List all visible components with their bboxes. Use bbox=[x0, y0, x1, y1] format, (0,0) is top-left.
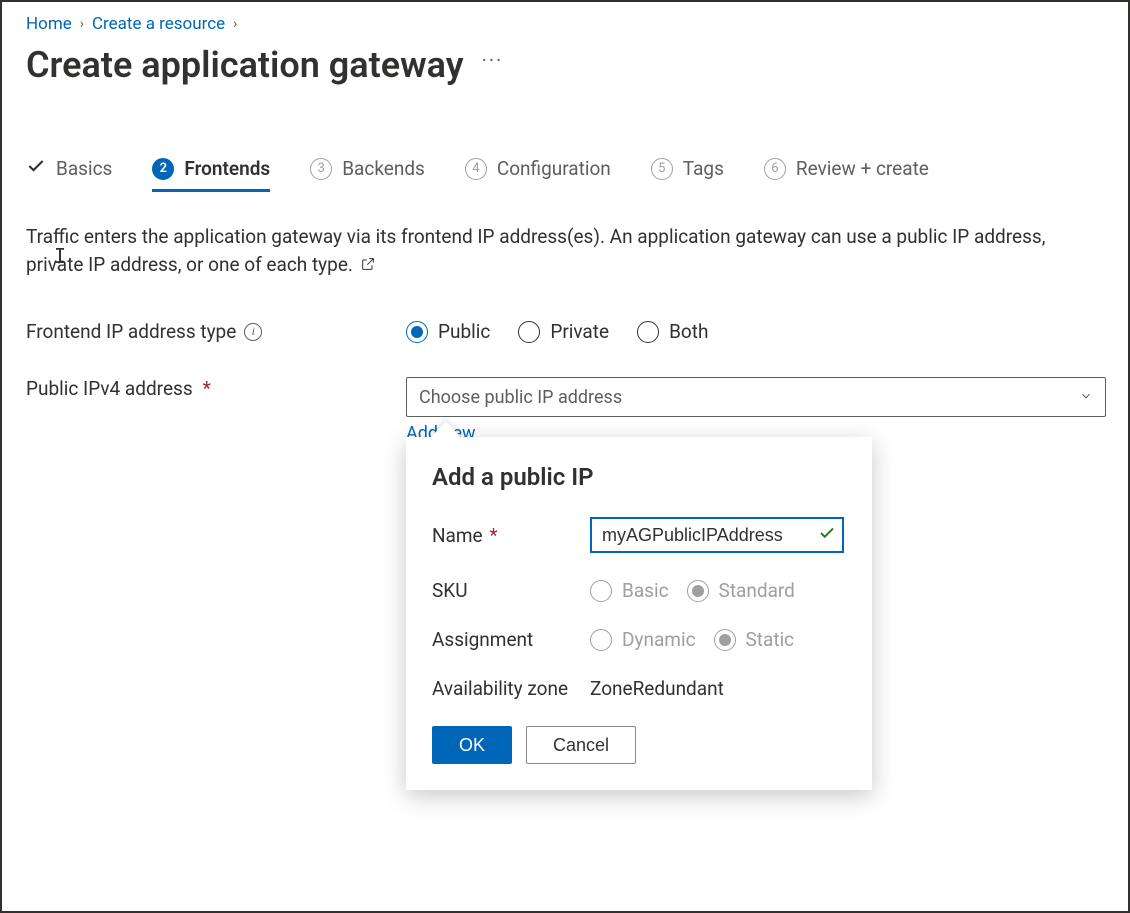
tab-label: Review + create bbox=[796, 157, 929, 180]
name-label: Name * bbox=[432, 524, 590, 547]
radio-label: Dynamic bbox=[622, 628, 696, 651]
breadcrumb-home[interactable]: Home bbox=[26, 14, 72, 34]
page-title: Create application gateway bbox=[26, 44, 464, 86]
public-ipv4-field: Choose public IP address Add new Add a p… bbox=[406, 377, 1106, 444]
radio-assignment-static: Static bbox=[714, 628, 795, 651]
chevron-down-icon bbox=[1079, 387, 1093, 408]
frontend-ip-type-radios: Public Private Both bbox=[406, 320, 1106, 343]
tab-basics[interactable]: Basics bbox=[26, 156, 112, 193]
frontend-ip-type-label: Frontend IP address type i bbox=[26, 320, 406, 343]
label-text: Name bbox=[432, 524, 483, 547]
radio-icon bbox=[687, 580, 709, 602]
external-link-icon[interactable] bbox=[358, 253, 376, 276]
assignment-label: Assignment bbox=[432, 628, 590, 651]
more-actions-icon[interactable]: ··· bbox=[482, 48, 504, 72]
radio-label: Standard bbox=[719, 579, 795, 602]
required-asterisk: * bbox=[203, 377, 211, 400]
radio-icon bbox=[518, 321, 540, 343]
tab-label: Frontends bbox=[184, 157, 270, 180]
step-number-icon: 4 bbox=[465, 158, 487, 180]
radio-public[interactable]: Public bbox=[406, 320, 490, 343]
breadcrumb-create-resource[interactable]: Create a resource bbox=[92, 14, 225, 34]
tab-label: Backends bbox=[342, 157, 425, 180]
wizard-tabs: Basics 2 Frontends 3 Backends 4 Configur… bbox=[26, 156, 1104, 193]
cancel-button[interactable]: Cancel bbox=[526, 726, 636, 764]
radio-label: Public bbox=[438, 320, 490, 343]
tab-tags[interactable]: 5 Tags bbox=[651, 157, 724, 192]
tab-review-create[interactable]: 6 Review + create bbox=[764, 157, 929, 192]
info-icon[interactable]: i bbox=[244, 323, 262, 341]
label-text: Public IPv4 address bbox=[26, 377, 193, 400]
frontends-description: Traffic enters the application gateway v… bbox=[26, 223, 1086, 278]
radio-icon bbox=[637, 321, 659, 343]
radio-label: Basic bbox=[622, 579, 669, 602]
step-number-icon: 3 bbox=[310, 158, 332, 180]
radio-label: Static bbox=[746, 628, 795, 651]
sku-label: SKU bbox=[432, 579, 590, 602]
breadcrumb: Home › Create a resource › bbox=[26, 14, 1104, 34]
radio-private[interactable]: Private bbox=[518, 320, 609, 343]
radio-icon bbox=[714, 629, 736, 651]
add-public-ip-flyout: Add a public IP Name * SKU bbox=[406, 437, 872, 790]
public-ipv4-select[interactable]: Choose public IP address bbox=[406, 377, 1106, 417]
availability-zone-value: ZoneRedundant bbox=[590, 677, 846, 700]
step-number-icon: 5 bbox=[651, 158, 673, 180]
tab-backends[interactable]: 3 Backends bbox=[310, 157, 425, 192]
radio-label: Private bbox=[550, 320, 609, 343]
radio-sku-basic: Basic bbox=[590, 579, 669, 602]
public-ipv4-label: Public IPv4 address * bbox=[26, 377, 406, 400]
step-number-icon: 2 bbox=[152, 158, 174, 180]
tab-frontends[interactable]: 2 Frontends bbox=[152, 157, 270, 192]
radio-label: Both bbox=[669, 320, 708, 343]
required-asterisk: * bbox=[489, 524, 497, 547]
description-text: Traffic enters the application gateway v… bbox=[26, 225, 1045, 276]
tab-label: Configuration bbox=[497, 157, 611, 180]
select-placeholder: Choose public IP address bbox=[419, 387, 622, 408]
tab-configuration[interactable]: 4 Configuration bbox=[465, 157, 611, 192]
tab-label: Tags bbox=[683, 157, 724, 180]
radio-icon bbox=[406, 321, 428, 343]
radio-sku-standard: Standard bbox=[687, 579, 795, 602]
ok-button[interactable]: OK bbox=[432, 726, 512, 764]
radio-assignment-dynamic: Dynamic bbox=[590, 628, 696, 651]
chevron-right-icon: › bbox=[80, 16, 84, 32]
flyout-title: Add a public IP bbox=[432, 463, 846, 491]
label-text: Frontend IP address type bbox=[26, 320, 236, 343]
chevron-right-icon: › bbox=[233, 16, 237, 32]
radio-both[interactable]: Both bbox=[637, 320, 708, 343]
check-icon bbox=[26, 156, 46, 181]
radio-icon bbox=[590, 580, 612, 602]
availability-zone-label: Availability zone bbox=[432, 677, 590, 700]
name-input[interactable] bbox=[590, 517, 844, 553]
step-number-icon: 6 bbox=[764, 158, 786, 180]
radio-icon bbox=[590, 629, 612, 651]
tab-label: Basics bbox=[56, 157, 112, 180]
